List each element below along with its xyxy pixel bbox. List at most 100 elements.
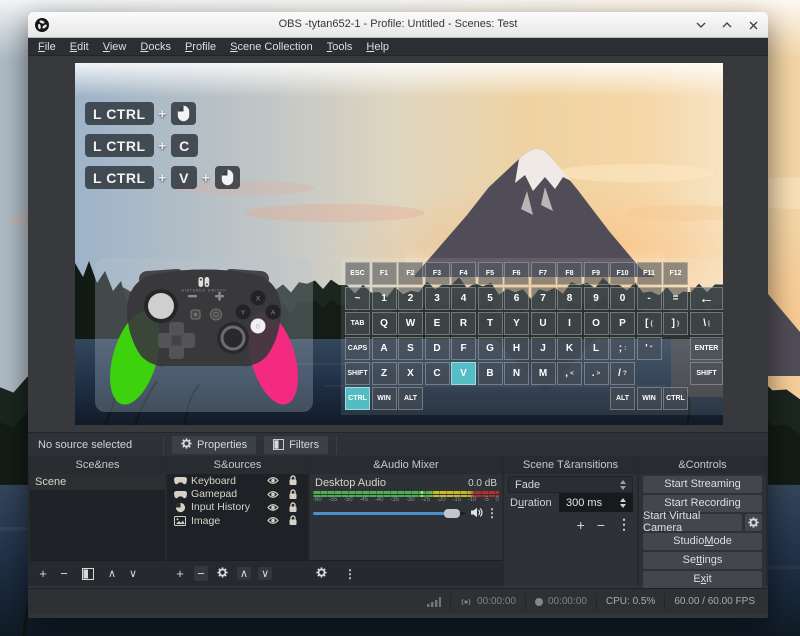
menu-tools[interactable]: Tools (320, 40, 360, 54)
meter-tick: -55 (328, 497, 337, 503)
transition-select[interactable]: Fade (508, 476, 633, 493)
key-t: T (478, 312, 503, 335)
virtual-camera-config-button[interactable] (745, 514, 762, 531)
start-recording-button[interactable]: Start Recording (643, 495, 762, 512)
settings-button[interactable]: Settings (643, 552, 762, 569)
menu-view[interactable]: View (96, 40, 134, 54)
scene-list-item[interactable]: Scene (30, 474, 165, 490)
toggle-lock-button[interactable] (283, 475, 303, 486)
scene-up-button[interactable]: ∧ (105, 567, 119, 580)
source-row[interactable]: Input History (167, 501, 308, 514)
key-f2: F2 (398, 262, 423, 285)
scene-filters-icon[interactable] (82, 568, 94, 580)
visibility-eye-icon (267, 476, 279, 485)
menu-profile[interactable]: Profile (178, 40, 223, 54)
add-source-button[interactable]: + (173, 566, 187, 581)
toggle-lock-button[interactable] (283, 489, 303, 500)
toggle-lock-button[interactable] (283, 502, 303, 513)
source-up-button[interactable]: ∧ (237, 567, 251, 580)
menu-scene-collection[interactable]: Scene Collection (223, 40, 320, 54)
key-5: 5 (478, 287, 503, 310)
key-tab: TAB (345, 312, 370, 335)
scene-down-button[interactable]: ∨ (126, 567, 140, 580)
keycap-chip: L CTRL (85, 102, 154, 125)
exit-button[interactable]: Exit (643, 571, 762, 588)
preview-area: X Y A B NINTENDO SWITCH (28, 56, 768, 432)
sources-list[interactable]: KeyboardGamepadInput HistoryImage (167, 474, 308, 560)
transitions-dock-title[interactable]: Scene T&ransitions (504, 456, 637, 474)
filters-button[interactable]: Filters (264, 436, 328, 454)
key-b: B (478, 362, 503, 385)
key-u: U (531, 312, 556, 335)
maximize-button[interactable] (720, 18, 734, 32)
source-down-button[interactable]: ∨ (258, 567, 272, 580)
studio-mode-button[interactable]: Studio Mode (643, 533, 762, 550)
remove-scene-button[interactable]: − (57, 566, 71, 581)
meter-tick: -50 (344, 497, 353, 503)
program-preview[interactable]: X Y A B NINTENDO SWITCH (75, 63, 723, 425)
menu-edit[interactable]: Edit (63, 40, 96, 54)
menu-file[interactable]: File (31, 40, 63, 54)
key-9: 9 (584, 287, 609, 310)
remove-source-button[interactable]: − (194, 566, 208, 581)
lock-icon (288, 515, 298, 526)
toggle-visibility-button[interactable] (263, 476, 283, 485)
add-scene-button[interactable]: + (36, 566, 50, 581)
key-3: 3 (425, 287, 450, 310)
record-timer: 00:00:00 (526, 589, 596, 614)
scenes-dock-title[interactable]: Sce&nes (30, 456, 165, 474)
source-row[interactable]: Gamepad (167, 487, 308, 500)
advanced-audio-icon[interactable] (316, 566, 327, 581)
toggle-visibility-button[interactable] (263, 516, 283, 525)
filter-icon (273, 439, 284, 450)
titlebar[interactable]: OBS -tytan652-1 - Profile: Untitled - Sc… (28, 12, 768, 38)
mouse-chip (171, 102, 196, 125)
speaker-icon[interactable] (470, 507, 483, 518)
properties-button[interactable]: Properties (172, 436, 256, 454)
key-y: Y (504, 312, 529, 335)
mixer-menu[interactable]: ⋮ (344, 567, 356, 581)
mixer-channel-menu[interactable]: ⋮ (486, 506, 498, 520)
gamepad-icon (172, 476, 188, 485)
gear-icon (181, 438, 192, 452)
fps-indicator: 60.00 / 60.00 FPS (665, 589, 764, 614)
transition-menu[interactable]: ⋮ (617, 516, 631, 533)
key-f: F (451, 337, 476, 360)
menu-help[interactable]: Help (359, 40, 396, 54)
key-ctrl: CTRL (663, 387, 688, 410)
scenes-list[interactable]: Scene (30, 474, 165, 560)
controls-dock-title[interactable]: &Controls (639, 456, 766, 474)
toggle-visibility-button[interactable] (263, 503, 283, 512)
start-virtual-camera-button[interactable]: Start Virtual Camera (643, 514, 742, 531)
key-\: \| (690, 312, 723, 335)
start-streaming-button[interactable]: Start Streaming (643, 476, 762, 493)
close-button[interactable] (746, 18, 760, 32)
volume-slider-handle[interactable] (444, 509, 460, 518)
key-z: Z (372, 362, 397, 385)
mixer-dock-title[interactable]: &Audio Mixer (310, 456, 502, 474)
add-transition-button[interactable]: + (577, 517, 585, 533)
minimize-button[interactable] (694, 18, 708, 32)
volume-slider[interactable] (313, 508, 465, 518)
key-s: S (398, 337, 423, 360)
transitions-body: Fade Duration 300 ms + − ⋮ (504, 474, 637, 560)
plus-separator: + (159, 170, 167, 185)
toolbar-separator (336, 436, 337, 454)
menu-docks[interactable]: Docks (133, 40, 178, 54)
meter-tick: -10 (468, 497, 477, 503)
remove-transition-button[interactable]: − (597, 517, 605, 533)
key-m: M (531, 362, 556, 385)
source-properties-icon[interactable] (217, 566, 228, 581)
source-row[interactable]: Image (167, 514, 308, 527)
spinbox-arrows-icon[interactable] (620, 498, 626, 508)
toggle-lock-button[interactable] (283, 515, 303, 526)
sources-dock-title[interactable]: S&ources (167, 456, 308, 474)
lock-icon (288, 502, 298, 513)
key-←: ← (690, 287, 723, 310)
duration-spinbox[interactable]: 300 ms (559, 493, 633, 512)
select-spinner-icon[interactable] (620, 480, 626, 490)
sources-toolbar: + − ∧ ∨ (167, 560, 308, 586)
lock-icon (288, 489, 298, 500)
source-row[interactable]: Keyboard (167, 474, 308, 487)
toggle-visibility-button[interactable] (263, 490, 283, 499)
